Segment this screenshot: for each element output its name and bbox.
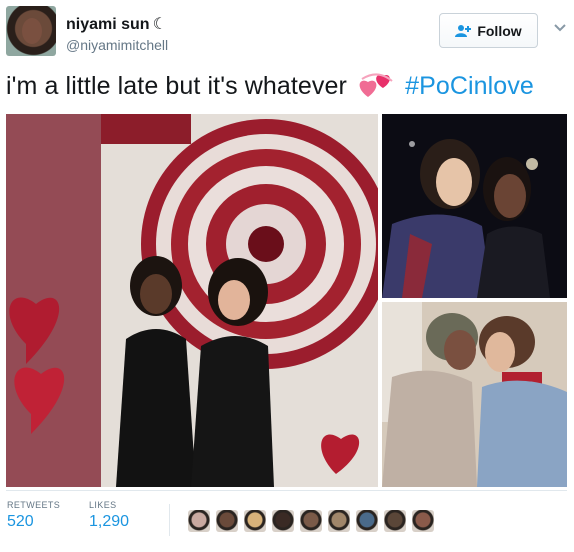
liker-avatar-5[interactable] [300, 510, 322, 532]
liker-avatars [188, 510, 440, 532]
moon-icon: ☾ [152, 16, 167, 33]
liker-avatar-8[interactable] [384, 510, 406, 532]
follow-button[interactable]: Follow [439, 13, 538, 48]
retweets-count: 520 [7, 513, 34, 530]
photo-couple-night[interactable] [382, 114, 567, 298]
likes-label: LIKES [89, 500, 117, 510]
retweets-label: RETWEETS [7, 500, 61, 510]
user-display-name[interactable]: niyami sun ☾ [66, 14, 167, 34]
tweet-text: i'm a little late but it's whatever #PoC… [6, 71, 534, 101]
user-handle[interactable]: @niyamimitchell [66, 37, 168, 53]
liker-avatar-1[interactable] [188, 510, 210, 532]
divider-line [6, 490, 567, 491]
likes-count: 1,290 [89, 513, 130, 530]
liker-avatar-9[interactable] [412, 510, 434, 532]
liker-avatar-2[interactable] [216, 510, 238, 532]
liker-avatar-3[interactable] [244, 510, 266, 532]
media-grid [6, 114, 567, 487]
liker-avatar-4[interactable] [272, 510, 294, 532]
tweet-body: i'm a little late but it's whatever [6, 72, 347, 100]
likes-stat[interactable]: LIKES 1,290 [89, 500, 129, 531]
chevron-down-icon[interactable] [552, 20, 568, 36]
user-name-text[interactable]: niyami sun [66, 16, 150, 33]
follow-button-label: Follow [477, 22, 522, 39]
stats-divider [169, 504, 170, 536]
revolving-hearts-icon [358, 71, 396, 99]
tweet-header: niyami sun ☾ @niyamimitchell Follow [6, 6, 568, 58]
retweets-stat[interactable]: RETWEETS 520 [7, 500, 60, 531]
photo-couple-kiss[interactable] [382, 302, 567, 487]
tweet-stats: RETWEETS 520 LIKES 1,290 [6, 500, 566, 540]
user-avatar[interactable] [6, 6, 56, 56]
hashtag-link[interactable]: #PoCinlove [405, 72, 534, 100]
photo-couple-valentine[interactable] [6, 114, 378, 487]
liker-avatar-7[interactable] [356, 510, 378, 532]
liker-avatar-6[interactable] [328, 510, 350, 532]
add-user-icon [455, 24, 472, 37]
